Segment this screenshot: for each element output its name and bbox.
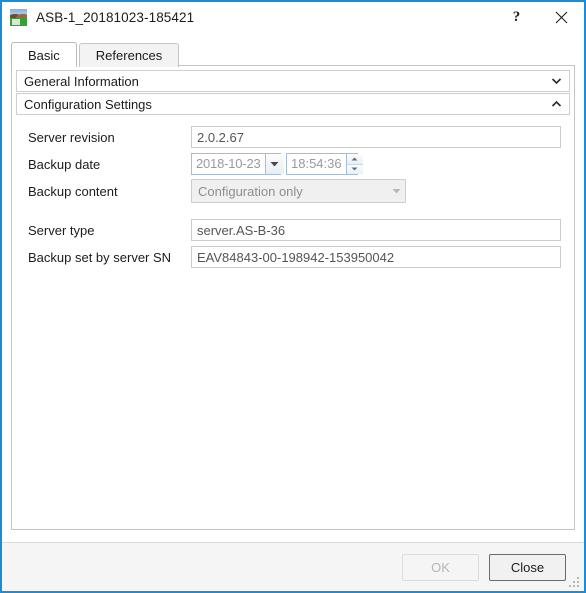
backup-date-picker[interactable]: 2018-10-23 [191, 153, 284, 175]
title-bar-buttons: ? [494, 2, 584, 32]
spinner-up-button[interactable] [346, 154, 363, 165]
help-button[interactable]: ? [494, 2, 539, 32]
row-backup-date: Backup date 2018-10-23 18:54:36 [16, 151, 570, 177]
section-label-general-information: General Information [24, 73, 139, 89]
spinner-down-button[interactable] [346, 164, 363, 174]
backup-time-value: 18:54:36 [291, 156, 342, 171]
row-server-revision: Server revision [16, 124, 570, 150]
ok-button[interactable]: OK [402, 553, 479, 581]
close-button-label: Close [510, 559, 545, 575]
tab-panel-basic: General Information Configuration Settin… [11, 65, 575, 530]
title-bar: ASB-1_20181023-185421 ? [2, 2, 584, 32]
server-revision-input[interactable] [191, 126, 561, 148]
close-icon [555, 11, 568, 24]
label-backup-set-by-server-sn: Backup set by server SN [28, 249, 172, 265]
chevron-down-icon [270, 161, 279, 167]
tab-references[interactable]: References [78, 43, 180, 67]
label-backup-date: Backup date [28, 156, 101, 172]
ok-button-label: OK [431, 559, 450, 575]
backup-time-spinner[interactable]: 18:54:36 [286, 153, 363, 175]
tab-basic[interactable]: Basic [11, 42, 77, 67]
row-server-type: Server type [16, 217, 570, 243]
tab-strip: Basic References [11, 41, 181, 67]
label-server-type: Server type [28, 222, 95, 238]
backup-content-dropdown[interactable]: Configuration only [191, 179, 406, 203]
row-backup-content: Backup content Configuration only [16, 178, 570, 204]
dialog-body: Basic References General Information Con… [2, 32, 584, 542]
help-icon: ? [512, 8, 521, 25]
dialog-window: ASB-1_20181023-185421 ? Basic References… [0, 0, 586, 593]
section-label-configuration-settings: Configuration Settings [24, 96, 152, 112]
tab-basic-label: Basic [28, 47, 60, 63]
row-backup-set-by-server-sn: Backup set by server SN [16, 244, 570, 270]
spinner-buttons [345, 154, 363, 174]
backup-content-value: Configuration only [198, 183, 303, 199]
chevron-up-icon [549, 97, 563, 111]
window-close-button[interactable] [539, 2, 584, 32]
configuration-settings-form: Server revision Backup date 2018-10-23 [16, 116, 570, 270]
label-server-revision: Server revision [28, 129, 115, 145]
section-header-general-information[interactable]: General Information [16, 70, 570, 92]
resize-grip[interactable] [568, 576, 581, 589]
close-button[interactable]: Close [489, 553, 566, 581]
caret-down-icon [351, 167, 358, 171]
tab-references-label: References [95, 48, 163, 63]
server-type-input[interactable] [191, 219, 561, 241]
backup-set-by-server-sn-input[interactable] [191, 246, 561, 268]
server-backup-icon [10, 8, 27, 26]
backup-date-value: 2018-10-23 [196, 156, 261, 171]
dropdown-arrow-button[interactable] [387, 188, 405, 194]
window-title: ASB-1_20181023-185421 [36, 9, 195, 25]
chevron-down-icon [392, 188, 401, 194]
caret-up-icon [351, 157, 358, 161]
section-header-configuration-settings[interactable]: Configuration Settings [16, 93, 570, 115]
calendar-dropdown-button[interactable] [264, 154, 284, 174]
chevron-down-icon [549, 74, 563, 88]
dialog-footer: OK Close [2, 542, 584, 591]
label-backup-content: Backup content [28, 183, 118, 199]
